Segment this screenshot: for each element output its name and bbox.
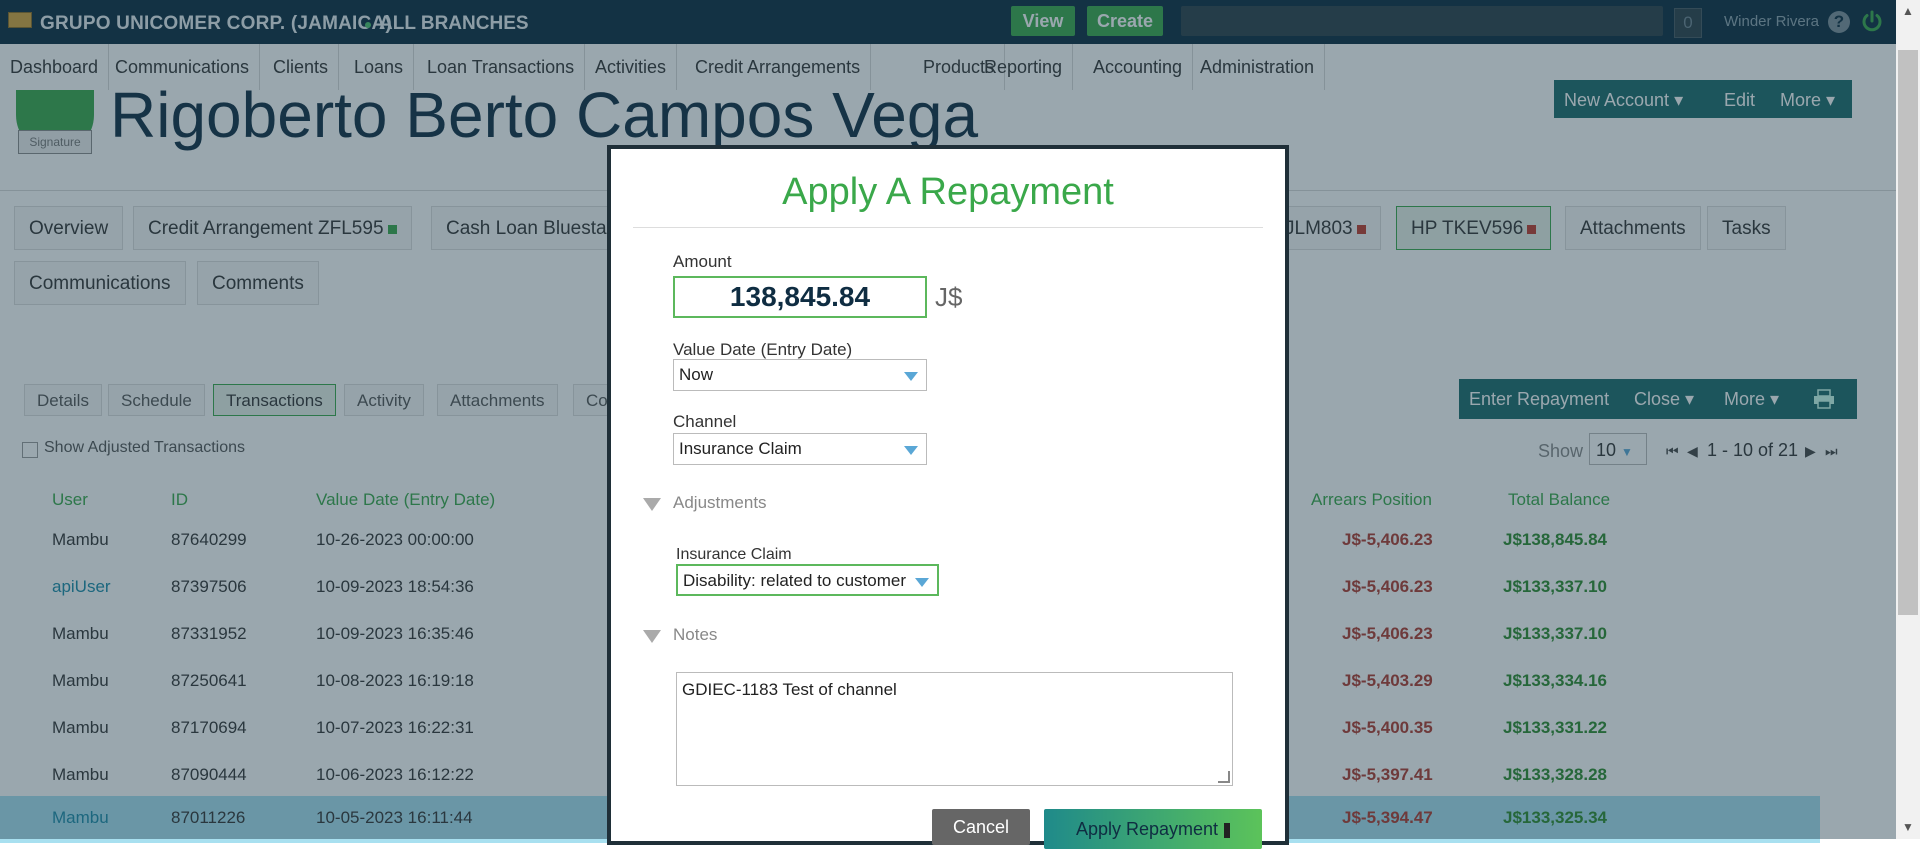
chevron-down-icon	[904, 446, 918, 455]
notes-section-label[interactable]: Notes	[673, 625, 717, 645]
notes-textarea[interactable]: GDIEC-1183 Test of channel	[676, 672, 1233, 786]
dialog-title: Apply A Repayment	[782, 171, 1114, 213]
value-date-label: Value Date (Entry Date)	[673, 340, 853, 359]
adjustments-section-label[interactable]: Adjustments	[673, 493, 767, 513]
amount-field[interactable]: 138,845.84	[673, 276, 927, 318]
insurance-claim-label: Insurance Claim	[676, 546, 792, 563]
channel-selected: Insurance Claim	[679, 439, 802, 458]
currency-label: J$	[935, 282, 963, 312]
cancel-button[interactable]: Cancel	[932, 809, 1030, 845]
adjustments-collapse-icon[interactable]	[643, 498, 661, 511]
channel-label: Channel	[673, 412, 737, 431]
resize-handle-icon[interactable]	[1218, 771, 1230, 783]
notes-collapse-icon[interactable]	[643, 630, 661, 643]
notes-text: GDIEC-1183 Test of channel	[682, 680, 897, 699]
value-date-select[interactable]: Now	[673, 359, 927, 391]
apply-repayment-button[interactable]: Apply Repayment	[1044, 809, 1262, 849]
value-date-selected: Now	[679, 365, 714, 384]
cursor-icon	[1224, 822, 1231, 838]
scroll-up-icon[interactable]: ▲	[1902, 4, 1914, 18]
channel-select[interactable]: Insurance Claim	[673, 433, 927, 465]
insurance-claim-selected: Disability: related to customer	[683, 571, 906, 590]
chevron-down-icon	[904, 372, 918, 381]
insurance-claim-select[interactable]: Disability: related to customer	[676, 564, 939, 596]
scrollbar-thumb[interactable]	[1898, 50, 1918, 615]
chevron-down-icon	[915, 578, 929, 587]
amount-label: Amount	[673, 252, 732, 271]
title-divider	[633, 227, 1263, 228]
scroll-down-icon[interactable]: ▼	[1902, 820, 1914, 834]
apply-repayment-dialog: Apply A Repayment Amount 138,845.84 J$ V…	[607, 145, 1289, 849]
